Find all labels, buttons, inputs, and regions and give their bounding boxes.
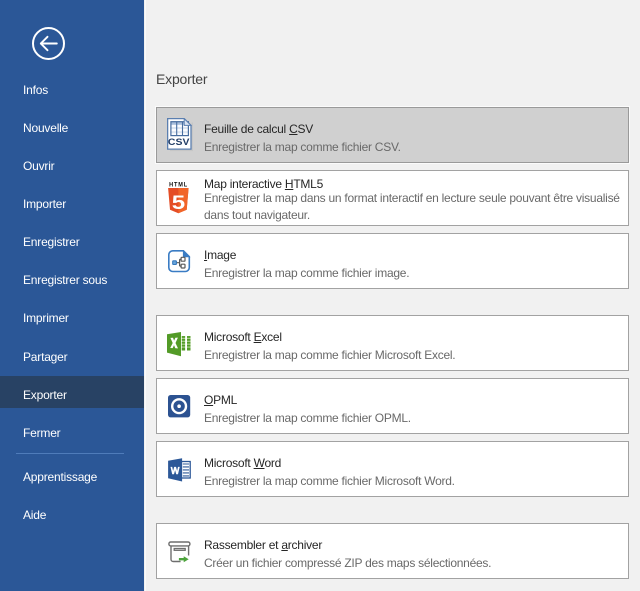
svg-text:HTML: HTML <box>169 181 188 188</box>
svg-text:5: 5 <box>172 193 186 214</box>
svg-text:CSV: CSV <box>168 137 190 148</box>
